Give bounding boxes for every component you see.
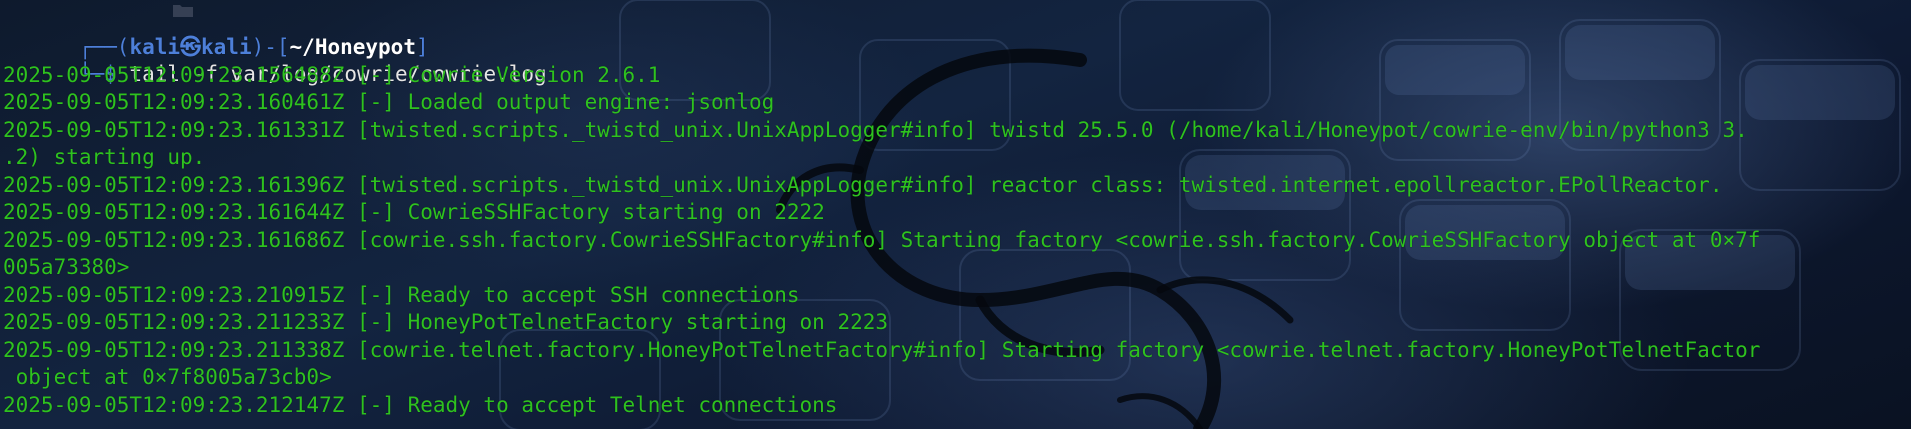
terminal-output: ┌──(kali㉿kali)-[~/Honeypot] └─$ tail -f … [0,0,1911,429]
log-line: 2025-09-05T12:09:23.211233Z [-] HoneyPot… [3,310,889,334]
log-line: 005a73380> [3,255,130,279]
log-line: .2) starting up. [3,145,206,169]
log-line: 2025-09-05T12:09:23.160461Z [-] Loaded o… [3,90,775,114]
log-line: 2025-09-05T12:09:23.161396Z [twisted.scr… [3,173,1723,197]
terminal-window[interactable]: ┌──(kali㉿kali)-[~/Honeypot] └─$ tail -f … [0,0,1911,429]
log-line: 2025-09-05T12:09:23.211338Z [cowrie.teln… [3,338,1761,362]
command-line: └─$ tail -f var/log/cowrie/cowrie.log [3,34,547,86]
log-line: 2025-09-05T12:09:23.161331Z [twisted.scr… [3,118,1748,142]
prompt-header: ┌──(kali㉿kali)-[~/Honeypot] [3,7,429,59]
log-line: 2025-09-05T12:09:23.161644Z [-] CowrieSS… [3,200,825,224]
log-line: 2025-09-05T12:09:23.210915Z [-] Ready to… [3,283,800,307]
log-line: 2025-09-05T12:09:23.161686Z [cowrie.ssh.… [3,228,1761,252]
log-line: 2025-09-05T12:09:23.212147Z [-] Ready to… [3,393,838,417]
log-line: object at 0×7f8005a73cb0> [3,365,332,389]
log-line: 2025-09-05T12:09:23.156488Z [-] Cowrie V… [3,63,661,87]
